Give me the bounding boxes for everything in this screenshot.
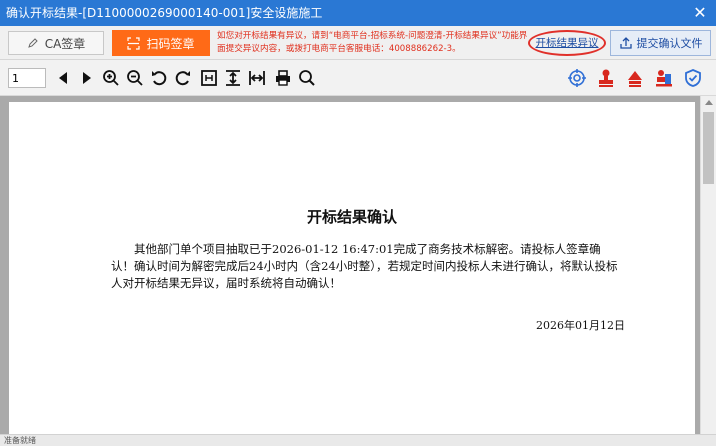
- ca-sign-label: CA签章: [44, 36, 86, 51]
- document-title: 开标结果确认: [306, 208, 397, 226]
- shield-check-icon[interactable]: [682, 67, 704, 89]
- zoom-in-icon[interactable]: [100, 67, 122, 89]
- scroll-thumb[interactable]: [703, 112, 714, 184]
- scan-icon: [127, 36, 141, 50]
- submit-confirmation-button[interactable]: 提交确认文件: [610, 30, 711, 56]
- status-bar: 准备就绪: [0, 434, 716, 446]
- title-bar: 确认开标结果-[D1100000269000140-001]安全设施施工 ✕: [0, 0, 716, 26]
- upload-icon: [619, 37, 632, 49]
- objection-notice: 如您对开标结果有异议，请到“电商平台-招标系统-问题澄清-开标结果异议”功能界面…: [217, 31, 528, 54]
- zoom-out-icon[interactable]: [124, 67, 146, 89]
- action-bar: CA签章 扫码签章 如您对开标结果有异议，请到“电商平台-招标系统-问题澄清-开…: [0, 26, 716, 60]
- rotate-right-icon[interactable]: [172, 67, 194, 89]
- document-page: 开标结果确认 其他部门单个项目抽取已于2026-01-12 16:47:01完成…: [9, 102, 695, 434]
- rotate-left-icon[interactable]: [148, 67, 170, 89]
- document-date: 2026年01月12日: [536, 319, 625, 332]
- print-icon[interactable]: [272, 67, 294, 89]
- scroll-up-icon[interactable]: [705, 100, 713, 105]
- document-body: 其他部门单个项目抽取已于2026-01-12 16:47:01完成了商务技术标解…: [111, 242, 618, 290]
- target-icon[interactable]: [566, 67, 588, 89]
- vertical-scrollbar[interactable]: [700, 96, 716, 434]
- document-viewer: 开标结果确认 其他部门单个项目抽取已于2026-01-12 16:47:01完成…: [0, 96, 716, 434]
- submit-confirmation-label: 提交确认文件: [636, 37, 703, 50]
- seal-red-icon[interactable]: [595, 67, 617, 89]
- page-number-input[interactable]: [8, 68, 46, 88]
- seal-stamp-icon[interactable]: [624, 67, 646, 89]
- viewer-toolbar: [0, 60, 716, 96]
- fit-height-icon[interactable]: [222, 67, 244, 89]
- next-page-icon[interactable]: [76, 67, 98, 89]
- pen-icon: [27, 38, 38, 48]
- fit-width-icon[interactable]: [246, 67, 268, 89]
- search-icon[interactable]: [296, 67, 318, 89]
- scan-sign-label: 扫码签章: [146, 36, 195, 51]
- opening-objection-link[interactable]: 开标结果异议: [530, 34, 604, 52]
- prev-page-icon[interactable]: [52, 67, 74, 89]
- status-text: 准备就绪: [4, 436, 36, 445]
- fit-page-icon[interactable]: [198, 67, 220, 89]
- window-title: 确认开标结果-[D1100000269000140-001]安全设施施工: [6, 6, 323, 20]
- close-button[interactable]: ✕: [690, 0, 710, 26]
- seal-person-icon[interactable]: [653, 67, 675, 89]
- scan-sign-button[interactable]: 扫码签章: [112, 30, 210, 56]
- ca-sign-button[interactable]: CA签章: [8, 31, 104, 55]
